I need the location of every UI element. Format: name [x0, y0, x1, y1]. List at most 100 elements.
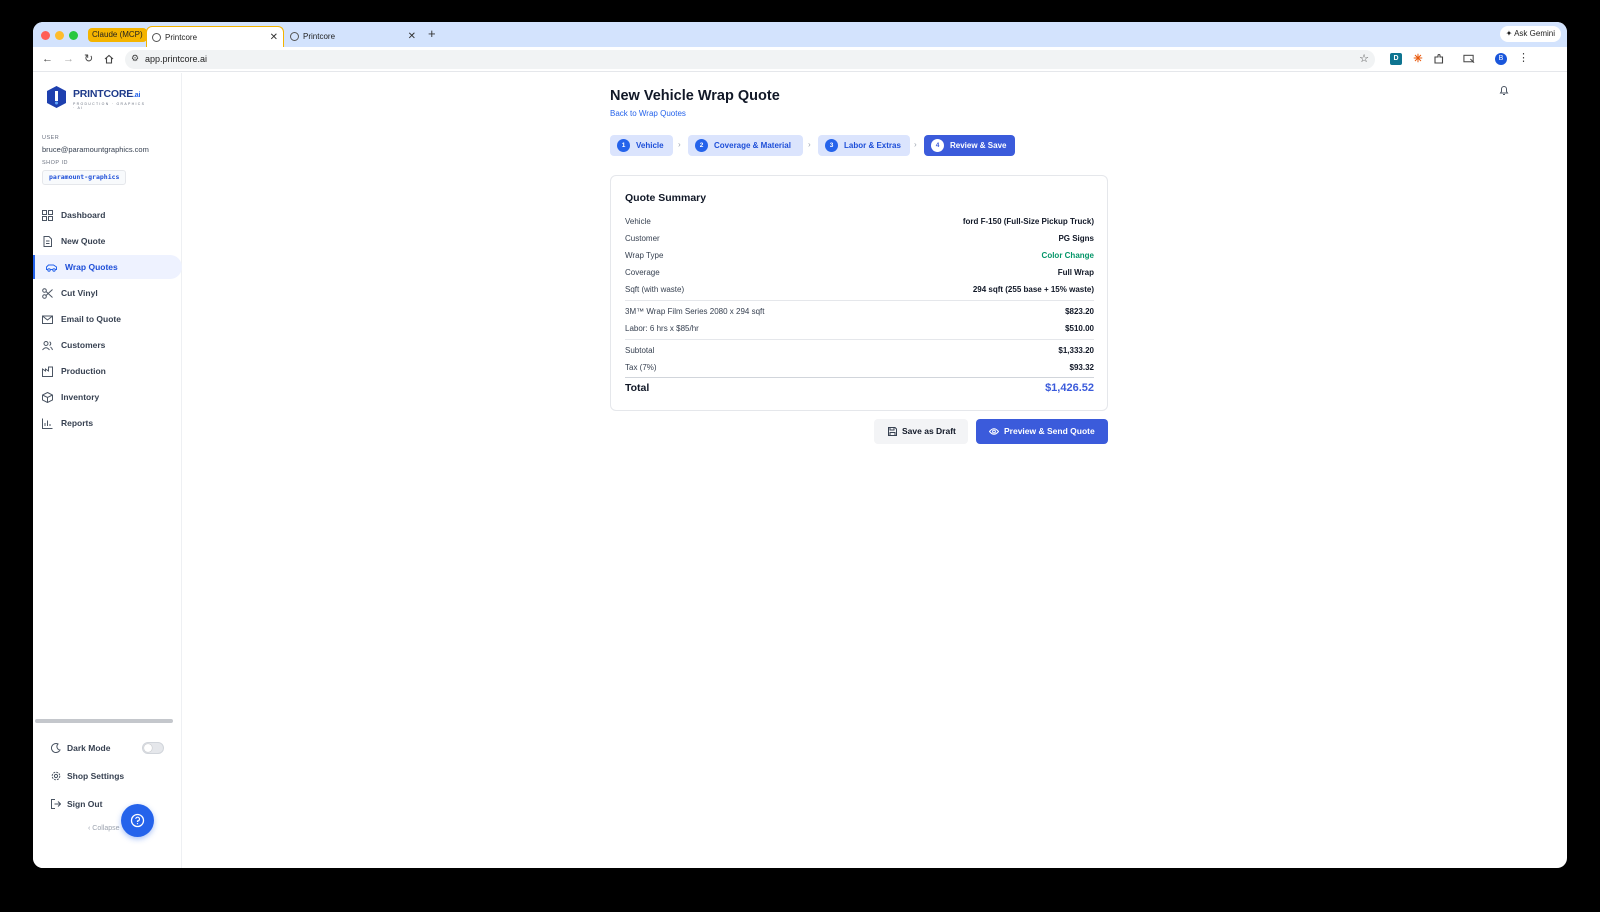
site-settings-icon[interactable]: ⚙: [131, 53, 139, 64]
preview-send-quote-button[interactable]: Preview & Send Quote: [976, 419, 1108, 444]
step-number: 4: [931, 139, 944, 152]
extensions-puzzle-icon[interactable]: [1433, 53, 1445, 65]
maximize-window-button[interactable]: [69, 31, 78, 40]
cast-icon[interactable]: [1463, 53, 1475, 65]
shop-id-label: SHOP ID: [42, 160, 69, 166]
step-label: Coverage & Material: [714, 141, 791, 150]
step-vehicle[interactable]: 1 Vehicle: [610, 135, 673, 156]
close-tab-icon[interactable]: ✕: [408, 26, 416, 47]
step-review-save[interactable]: 4 Review & Save: [924, 135, 1015, 156]
more-menu-icon[interactable]: ⋮: [1518, 51, 1529, 65]
sidebar-item-production[interactable]: Production: [33, 359, 182, 383]
step-coverage-material[interactable]: 2 Coverage & Material: [688, 135, 803, 156]
sidebar-item-customers[interactable]: Customers: [33, 333, 182, 357]
extension-d-icon[interactable]: D: [1390, 53, 1402, 65]
tab-group-chip[interactable]: Claude (MCP): [88, 28, 147, 42]
summary-row-customer: Customer PG Signs: [625, 232, 1094, 246]
summary-row-vehicle: Vehicle ford F-150 (Full-Size Pickup Tru…: [625, 215, 1094, 229]
summary-row-labor: Labor: 6 hrs x $85/hr $510.00: [625, 322, 1094, 336]
sparkle-icon: ✦: [1505, 29, 1513, 38]
sidebar-item-label: Dashboard: [61, 210, 106, 220]
chevron-right-icon: ›: [808, 140, 811, 149]
sidebar-item-inventory[interactable]: Inventory: [33, 385, 182, 409]
claude-extension-icon[interactable]: ✳: [1412, 53, 1424, 65]
sidebar-item-reports[interactable]: Reports: [33, 411, 182, 435]
sidebar-item-email-to-quote[interactable]: Email to Quote: [33, 307, 182, 331]
forward-arrow-icon[interactable]: →: [63, 52, 74, 66]
save-as-draft-label: Save as Draft: [902, 426, 956, 436]
shop-settings-button[interactable]: Shop Settings: [51, 768, 124, 784]
sidebar-item-cut-vinyl[interactable]: Cut Vinyl: [33, 281, 182, 305]
scissors-icon: [42, 288, 53, 299]
total-label: Total: [625, 382, 650, 394]
browser-toolbar: ← → ↻ ⚙ app.printcore.ai ☆ D ✳ B ⋮: [33, 47, 1567, 72]
bookmark-star-icon[interactable]: ☆: [1359, 52, 1369, 65]
address-bar[interactable]: ⚙ app.printcore.ai ☆: [125, 50, 1375, 69]
row-value: Full Wrap: [1057, 268, 1094, 277]
grid-icon: [42, 210, 53, 221]
back-arrow-icon[interactable]: ←: [42, 52, 53, 66]
sidebar-scrollbar[interactable]: [35, 719, 173, 723]
question-circle-icon: [130, 813, 145, 828]
row-value: $510.00: [1065, 324, 1094, 333]
sidebar-item-dashboard[interactable]: Dashboard: [33, 203, 182, 227]
row-value: PG Signs: [1058, 234, 1094, 243]
minimize-window-button[interactable]: [55, 31, 64, 40]
dark-mode-row: Dark Mode: [51, 740, 110, 756]
row-value: Color Change: [1041, 251, 1094, 260]
sidebar-item-new-quote[interactable]: New Quote: [33, 229, 182, 253]
reload-icon[interactable]: ↻: [84, 52, 93, 66]
row-label: Wrap Type: [625, 251, 664, 260]
ask-gemini-button[interactable]: ✦ Ask Gemini: [1499, 26, 1561, 42]
browser-tab[interactable]: Printcore ✕: [285, 26, 421, 47]
row-label: 3M™ Wrap Film Series 2080 x 294 sqft: [625, 307, 765, 316]
divider: [625, 300, 1094, 301]
row-value: 294 sqft (255 base + 15% waste): [972, 285, 1094, 294]
bar-chart-icon: [42, 418, 53, 429]
row-label: Vehicle: [625, 217, 651, 226]
step-number: 3: [825, 139, 838, 152]
step-labor-extras[interactable]: 3 Labor & Extras: [818, 135, 910, 156]
collapse-sidebar-button[interactable]: ‹ Collapse: [88, 825, 120, 832]
row-label: Subtotal: [625, 346, 655, 355]
save-as-draft-button[interactable]: Save as Draft: [874, 419, 968, 444]
notifications-bell-icon[interactable]: [1498, 84, 1510, 96]
chevron-right-icon: ›: [914, 140, 917, 149]
printcore-logo[interactable]: PRINTCORE.ai PRODUCTION · GRAPHICS · AI: [47, 86, 147, 110]
sidebar-item-label: Wrap Quotes: [65, 262, 118, 272]
eye-icon: [989, 428, 999, 435]
row-value: $823.20: [1065, 307, 1094, 316]
profile-avatar[interactable]: B: [1495, 53, 1507, 65]
dark-mode-label: Dark Mode: [67, 743, 111, 753]
url-text: app.printcore.ai: [145, 54, 208, 64]
step-number: 1: [617, 139, 630, 152]
sidebar-item-label: Reports: [61, 418, 94, 428]
step-label: Review & Save: [950, 141, 1007, 150]
close-tab-icon[interactable]: ✕: [270, 27, 278, 48]
file-icon: [43, 236, 52, 247]
sign-out-button[interactable]: Sign Out: [51, 796, 102, 812]
user-email: bruce@paramountgraphics.com: [42, 145, 149, 154]
browser-tab-active[interactable]: Printcore ✕: [146, 26, 284, 47]
dark-mode-toggle[interactable]: [142, 742, 164, 754]
sidebar-item-wrap-quotes[interactable]: Wrap Quotes: [33, 255, 182, 279]
quote-summary-card: Quote Summary Vehicle ford F-150 (Full-S…: [610, 175, 1108, 411]
new-tab-icon[interactable]: +: [428, 26, 436, 42]
collapse-label: Collapse: [92, 825, 120, 832]
back-to-wrap-quotes-link[interactable]: Back to Wrap Quotes: [610, 109, 686, 118]
row-value: $1,333.20: [1058, 346, 1094, 355]
sidebar-item-label: New Quote: [61, 236, 106, 246]
globe-icon: [290, 32, 299, 41]
sign-out-label: Sign Out: [67, 799, 103, 809]
sidebar-item-label: Customers: [61, 340, 106, 350]
ask-gemini-label: Ask Gemini: [1514, 29, 1555, 38]
divider: [625, 377, 1094, 378]
summary-row-total: Total $1,426.52: [625, 380, 1094, 396]
home-icon[interactable]: [104, 54, 114, 64]
users-icon: [42, 341, 53, 351]
close-window-button[interactable]: [41, 31, 50, 40]
step-number: 2: [695, 139, 708, 152]
summary-row-tax: Tax (7%) $93.32: [625, 361, 1094, 375]
help-button[interactable]: [121, 804, 154, 837]
browser-window: Claude (MCP) Printcore ✕ Printcore ✕ + ✦…: [33, 22, 1567, 868]
